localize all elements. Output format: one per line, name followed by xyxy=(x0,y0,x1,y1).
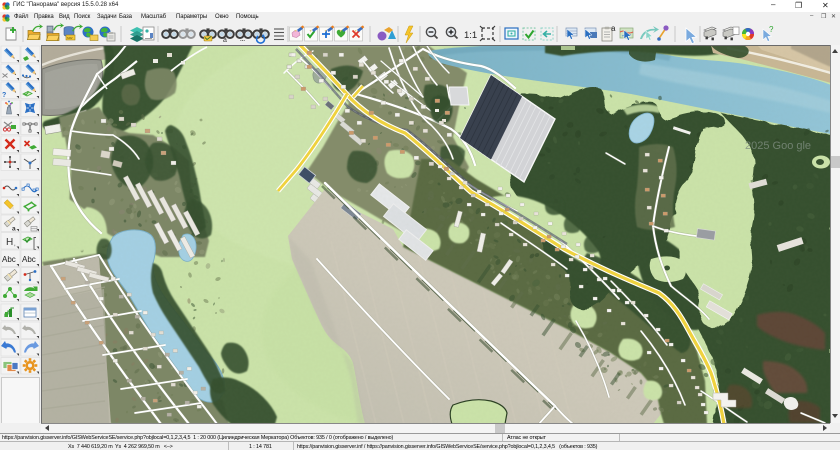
svg-text:a: a xyxy=(223,37,227,44)
svg-text:...: ... xyxy=(240,37,245,43)
svg-text:sav: sav xyxy=(67,36,73,40)
svg-text:a: a xyxy=(12,226,16,233)
svg-text:1:1: 1:1 xyxy=(464,30,477,41)
svg-text:Abc: Abc xyxy=(22,255,36,264)
svg-text:?: ? xyxy=(2,92,6,99)
svg-text:2025 Goo gle: 2025 Goo gle xyxy=(745,140,811,152)
svg-text:H: H xyxy=(6,237,13,248)
svg-text:a: a xyxy=(611,24,616,33)
svg-text:Abc: Abc xyxy=(2,255,16,264)
svg-text:?: ? xyxy=(769,25,774,34)
